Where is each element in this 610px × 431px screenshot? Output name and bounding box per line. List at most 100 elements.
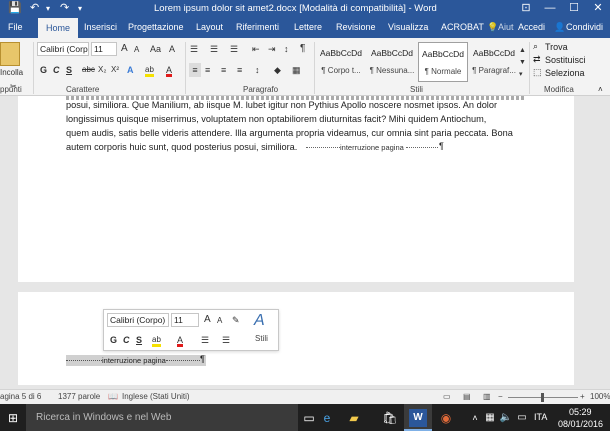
line-spacing-icon[interactable]: ↕ xyxy=(255,63,260,77)
change-case-button[interactable]: Aa xyxy=(150,42,161,56)
find-button[interactable]: Trova xyxy=(545,42,568,52)
tab-acrobat[interactable]: ACROBAT xyxy=(441,22,484,32)
minimize-button[interactable]: — xyxy=(538,0,562,18)
mini-underline-button[interactable]: S xyxy=(136,333,142,347)
web-layout-icon[interactable]: ▥ xyxy=(483,392,491,401)
font-color-button[interactable]: A xyxy=(166,63,173,77)
subscript-button[interactable]: X₂ xyxy=(98,63,106,77)
word-count[interactable]: 1377 parole xyxy=(58,392,100,401)
maximize-button[interactable]: ☐ xyxy=(562,0,586,18)
mini-size-combo[interactable]: 11 xyxy=(171,313,199,327)
ribbon-display-options-icon[interactable]: ⊡ xyxy=(514,0,538,18)
clear-formatting-button[interactable]: A xyxy=(169,42,175,56)
increase-indent-icon[interactable]: ⇥ xyxy=(268,42,276,56)
paste-icon[interactable] xyxy=(0,42,20,66)
action-center-icon[interactable]: ▭ xyxy=(513,409,531,427)
windows-start-icon[interactable]: ⊞ xyxy=(4,409,22,427)
replace-icon[interactable]: ⇄ xyxy=(533,54,541,65)
select-icon[interactable]: ⬚ xyxy=(533,67,542,78)
mini-font-color-button[interactable]: A xyxy=(177,333,184,347)
borders-icon[interactable]: ▦ xyxy=(292,63,301,77)
tab-insert[interactable]: Inserisci xyxy=(84,22,117,32)
mini-format-painter-icon[interactable]: ✎ xyxy=(232,313,240,327)
italic-button[interactable]: C xyxy=(53,63,60,77)
font-name-combo[interactable]: Calibri (Corp xyxy=(37,42,89,56)
select-button[interactable]: Seleziona xyxy=(545,68,585,78)
decrease-indent-icon[interactable]: ⇤ xyxy=(252,42,260,56)
underline-button[interactable]: S xyxy=(66,63,72,77)
clock-time[interactable]: 05:29 xyxy=(569,407,592,417)
mini-bullets-icon[interactable]: ☰ xyxy=(201,333,209,347)
edge-icon[interactable]: e xyxy=(318,409,336,427)
tab-layout[interactable]: Layout xyxy=(196,22,223,32)
sort-icon[interactable]: ↕ xyxy=(284,42,289,56)
mini-grow-font-button[interactable]: A xyxy=(204,313,211,327)
font-size-combo[interactable]: 11 xyxy=(91,42,117,56)
superscript-button[interactable]: X² xyxy=(111,63,119,77)
justify-icon[interactable]: ≡ xyxy=(237,63,242,77)
undo-dropdown-icon[interactable]: ▾ xyxy=(46,1,50,16)
tab-mailings[interactable]: Lettere xyxy=(294,22,322,32)
word-taskbar-button[interactable]: W xyxy=(404,404,432,431)
paste-button[interactable]: Incolla xyxy=(0,66,23,80)
read-mode-icon[interactable]: ▭ xyxy=(443,392,451,401)
shrink-font-button[interactable]: A xyxy=(134,43,139,57)
page[interactable] xyxy=(18,292,574,385)
page-count[interactable]: agina 5 di 6 xyxy=(0,392,41,401)
style-list-paragraph[interactable]: AaBbCcDd ¶ Paragraf... xyxy=(469,42,519,82)
align-right-icon[interactable]: ≡ xyxy=(221,63,226,77)
tab-home[interactable]: Home xyxy=(38,18,78,38)
mini-styles-label[interactable]: Stili xyxy=(255,334,268,343)
bullets-icon[interactable]: ☰ xyxy=(190,42,198,56)
mini-font-combo[interactable]: Calibri (Corpo) xyxy=(107,313,169,327)
close-button[interactable]: ✕ xyxy=(586,0,610,18)
sign-in-link[interactable]: Accedi xyxy=(518,22,545,32)
shading-icon[interactable]: ◆ xyxy=(274,63,281,77)
find-icon[interactable]: ⌕ xyxy=(533,41,538,52)
share-button[interactable]: Condividi xyxy=(566,22,603,32)
styles-more-icon[interactable]: ▾ xyxy=(519,68,523,82)
text-effects-button[interactable]: A xyxy=(127,63,134,77)
language-status[interactable]: Inglese (Stati Uniti) xyxy=(122,392,190,401)
mini-highlight-button[interactable]: ab xyxy=(152,333,161,347)
tab-references[interactable]: Riferimenti xyxy=(236,22,279,32)
tell-me-input[interactable]: Aiut xyxy=(498,22,514,32)
grow-font-button[interactable]: A xyxy=(121,42,128,56)
mini-styles-icon[interactable]: A xyxy=(254,312,265,330)
style-normal[interactable]: AaBbCcDd ¶ Normale xyxy=(418,42,468,82)
mini-italic-button[interactable]: C xyxy=(123,333,130,347)
share-icon[interactable]: 👤 xyxy=(554,22,565,33)
tab-view[interactable]: Visualizza xyxy=(388,22,428,32)
proofing-icon[interactable]: 📖 xyxy=(108,392,118,401)
highlight-button[interactable]: ab xyxy=(145,63,154,77)
tab-review[interactable]: Revisione xyxy=(336,22,376,32)
style-body-text[interactable]: AaBbCcDd ¶ Corpo t... xyxy=(316,42,366,82)
input-language[interactable]: ITA xyxy=(534,412,547,422)
show-formatting-button[interactable]: ¶ xyxy=(300,42,305,56)
multilevel-list-icon[interactable]: ☰ xyxy=(230,42,238,56)
zoom-slider-thumb[interactable] xyxy=(541,393,544,402)
mini-bold-button[interactable]: G xyxy=(110,333,117,347)
align-left-icon[interactable]: ≡ xyxy=(189,63,201,77)
customize-toolbar-icon[interactable]: ▾ xyxy=(78,1,82,16)
zoom-out-button[interactable]: − xyxy=(498,392,503,401)
zoom-in-button[interactable]: + xyxy=(580,392,585,401)
tab-file[interactable]: File xyxy=(8,22,23,32)
redo-icon[interactable]: ↷ xyxy=(60,1,69,16)
mini-numbering-icon[interactable]: ☰ xyxy=(222,333,230,347)
app-icon[interactable]: ◉ xyxy=(437,409,455,427)
save-icon[interactable]: 💾 xyxy=(8,1,22,16)
replace-button[interactable]: Sostituisci xyxy=(545,55,586,65)
collapse-ribbon-icon[interactable]: ˄ xyxy=(598,85,603,94)
undo-icon[interactable]: ↶ xyxy=(30,1,39,16)
strikethrough-button[interactable]: abc xyxy=(82,63,95,77)
file-explorer-icon[interactable]: ▰ xyxy=(345,409,363,427)
store-icon[interactable]: 🛍 xyxy=(381,409,399,427)
numbering-icon[interactable]: ☰ xyxy=(210,42,218,56)
print-layout-icon[interactable]: ▤ xyxy=(463,392,471,401)
align-center-icon[interactable]: ≡ xyxy=(205,63,210,77)
tab-design[interactable]: Progettazione xyxy=(128,22,184,32)
clock-date[interactable]: 08/01/2016 xyxy=(558,419,603,429)
style-no-spacing[interactable]: AaBbCcDd ¶ Nessuna... xyxy=(367,42,417,82)
task-view-icon[interactable]: ▭ xyxy=(300,409,318,427)
